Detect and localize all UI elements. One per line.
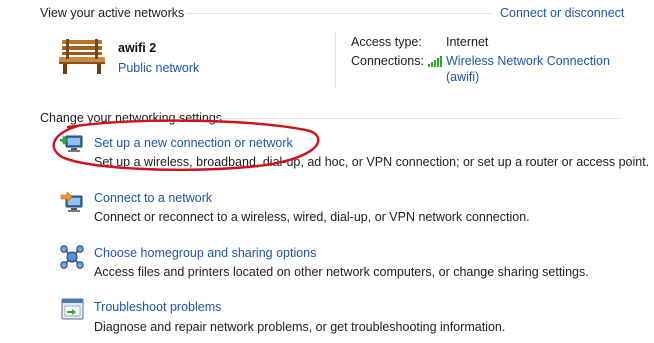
troubleshoot-link[interactable]: Troubleshoot problems: [94, 300, 221, 314]
active-networks-header: View your active networks: [40, 6, 185, 20]
setup-connection-description: Set up a wireless, broadband, dial-up, a…: [94, 155, 650, 169]
active-networks-divider: [186, 13, 492, 14]
homegroup-sharing-description: Access files and printers located on oth…: [94, 265, 589, 279]
connect-or-disconnect-link[interactable]: Connect or disconnect: [500, 6, 624, 20]
connections-label: Connections:: [351, 54, 424, 68]
park-bench-icon: [56, 36, 108, 76]
wireless-connection-link-line2: (awifi): [446, 70, 480, 84]
access-type-label: Access type:: [351, 35, 422, 49]
homegroup-sharing-link[interactable]: Choose homegroup and sharing options: [94, 246, 316, 260]
new-connection-icon: [58, 132, 84, 154]
network-name: awifi 2: [118, 41, 157, 55]
wireless-connection-link[interactable]: Wireless Network Connection (awifi): [446, 54, 610, 84]
network-type-link[interactable]: Public network: [118, 61, 199, 75]
wifi-signal-icon: [428, 55, 443, 67]
homegroup-icon: [59, 244, 85, 270]
connect-to-network-link[interactable]: Connect to a network: [94, 191, 212, 205]
connect-network-icon: [60, 190, 86, 214]
troubleshoot-description: Diagnose and repair network problems, or…: [94, 320, 506, 334]
setup-connection-link[interactable]: Set up a new connection or network: [94, 136, 293, 150]
settings-divider: [218, 118, 620, 119]
access-type-value: Internet: [446, 35, 489, 49]
wireless-connection-link-line1: Wireless Network Connection: [446, 54, 610, 68]
settings-header: Change your networking settings: [40, 111, 223, 125]
details-divider: [335, 32, 336, 88]
connect-to-network-description: Connect or reconnect to a wireless, wire…: [94, 210, 530, 224]
troubleshoot-icon: [61, 298, 85, 322]
